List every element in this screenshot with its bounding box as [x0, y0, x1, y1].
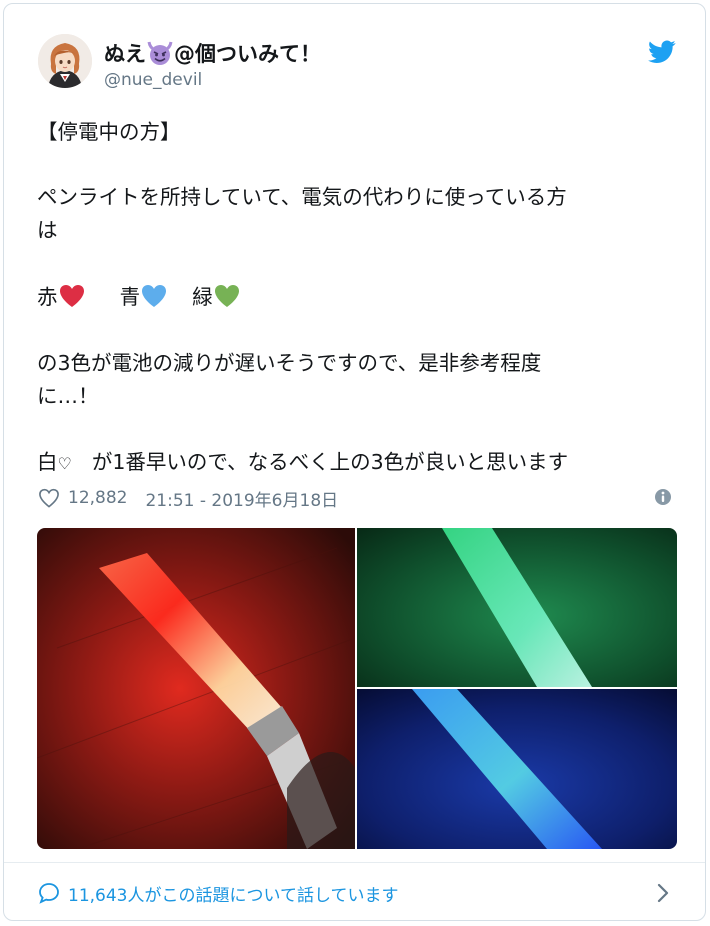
red-penlight-image [37, 528, 355, 849]
user-handle[interactable]: @nue_devil [104, 70, 202, 90]
green-label: 緑 [192, 285, 213, 309]
chevron-right-icon[interactable] [656, 882, 670, 904]
tweet-text-white-line: 白♡ が1番早いので、なるべく上の3色が良いと思います [37, 445, 568, 479]
photo-red-penlight[interactable] [37, 528, 355, 849]
avatar-illustration [38, 34, 92, 88]
tweet-text-line: ペンライトを所持していて、電気の代わりに使っている方 [37, 185, 567, 209]
conversation-text: 11,643人がこの話題について話しています [68, 885, 399, 906]
blue-heart-emoji-icon [142, 285, 167, 307]
speech-bubble-icon [39, 883, 59, 904]
display-name-part: ぬえ [104, 42, 146, 66]
twitter-bird-icon[interactable] [648, 40, 676, 64]
display-name[interactable]: ぬえ @個ついみて！ [104, 38, 321, 68]
smiling-devil-emoji-icon [147, 41, 173, 65]
tweet-meta: 12,882 21:51 - 2019年6月18日 [38, 485, 338, 511]
display-name-part: @個ついみて！ [174, 42, 321, 66]
tweet-media[interactable] [37, 528, 677, 849]
tweet-text-line: は [37, 218, 58, 242]
tweet-card[interactable]: ぬえ @個ついみて！ @nue_devil 【停電中の方】 ペンライトを所持して… [3, 3, 706, 921]
timestamp[interactable]: 21:51 - 2019年6月18日 [145, 486, 338, 511]
avatar[interactable] [38, 34, 92, 88]
white-label: 白 [37, 450, 58, 474]
footer-divider [4, 862, 705, 863]
tweet-text-line: 【停電中の方】 [37, 120, 181, 144]
green-penlight-image [357, 528, 677, 687]
tweet-text-line: が1番早いので、なるべく上の3色が良いと思います [91, 450, 569, 474]
tweet-text-line: の3色が電池の減りが遅いそうですので、是非参考程度 [37, 351, 542, 375]
photo-green-penlight[interactable] [357, 528, 677, 687]
tweet-text-colors-line: 赤 青 緑 [37, 280, 240, 314]
info-icon[interactable] [654, 488, 672, 506]
tweet-text-line: に…！ [37, 384, 99, 408]
like-count[interactable]: 12,882 [68, 488, 127, 508]
red-heart-emoji-icon [59, 285, 84, 307]
photo-blue-penlight[interactable] [357, 689, 677, 849]
red-label: 赤 [37, 285, 58, 309]
conversation-link[interactable]: 11,643人がこの話題について話しています [38, 878, 398, 908]
heart-outline-icon[interactable] [38, 488, 60, 508]
green-heart-emoji-icon [214, 285, 239, 307]
blue-label: 青 [119, 285, 141, 309]
white-heart: ♡ [57, 454, 72, 473]
blue-penlight-image [357, 689, 677, 849]
